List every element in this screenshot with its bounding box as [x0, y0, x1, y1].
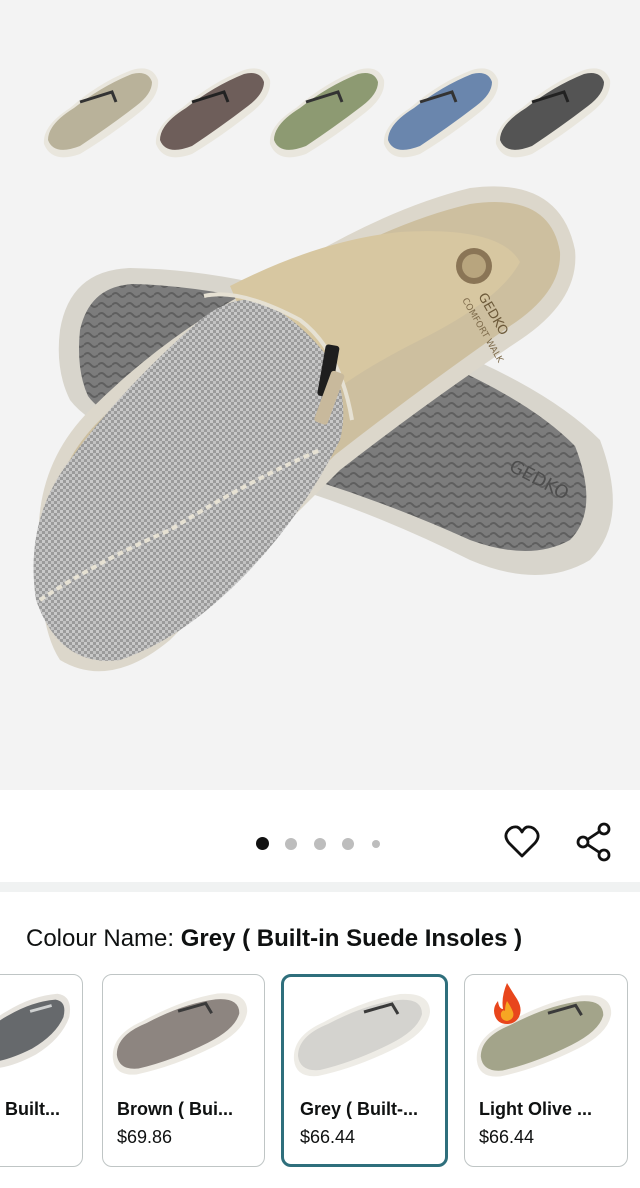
- pager-dot-3[interactable]: [314, 838, 326, 850]
- colour-option-name: Brown ( Bui...: [117, 1099, 233, 1119]
- fire-icon: [494, 983, 521, 1024]
- colour-option-price: $69.86: [117, 1127, 173, 1147]
- product-image-gallery[interactable]: GEDKO GEDKO COMFORT WALK: [0, 0, 640, 790]
- pager-dot-2[interactable]: [285, 838, 297, 850]
- slipper-blue-icon: [383, 68, 499, 158]
- colour-option-price: $66.44: [479, 1127, 535, 1147]
- colour-option-light-olive[interactable]: Light Olive ... $66.44: [464, 974, 628, 1167]
- section-divider: [0, 882, 640, 892]
- colour-option-dark-grey[interactable]: Built...: [0, 974, 83, 1167]
- colour-name-label: Colour Name:: [26, 925, 175, 952]
- slipper-charcoal-icon: [495, 68, 611, 158]
- share-button[interactable]: [574, 820, 614, 864]
- wishlist-button[interactable]: [502, 820, 542, 864]
- colour-option-thumbnail: [112, 993, 248, 1075]
- colour-option-thumbnail: [0, 993, 71, 1068]
- slipper-brown-icon: [155, 68, 271, 158]
- colour-option-name: Grey ( Built-...: [300, 1099, 419, 1119]
- colour-option-thumbnail: [293, 993, 430, 1077]
- colour-option-grey-selected[interactable]: Grey ( Built-... $66.44: [281, 974, 448, 1167]
- slipper-olive-icon: [269, 68, 385, 158]
- colour-option-name: Light Olive ...: [479, 1099, 593, 1119]
- pager-dot-5[interactable]: [372, 840, 380, 848]
- heart-icon: [504, 825, 540, 858]
- pager-dot-4[interactable]: [342, 838, 354, 850]
- colour-name-value: Grey ( Built-in Suede Insoles ): [180, 925, 523, 952]
- product-image: GEDKO GEDKO COMFORT WALK: [33, 68, 613, 672]
- colour-option-name: Built...: [5, 1099, 60, 1119]
- share-icon: [576, 822, 611, 862]
- gallery-controls: [0, 790, 640, 882]
- colour-option-price: $66.44: [300, 1127, 356, 1147]
- colour-name-row: Colour Name: Grey ( Built-in Suede Insol…: [26, 922, 522, 956]
- pager-dot-1[interactable]: [256, 837, 269, 850]
- colour-option-brown[interactable]: Brown ( Bui... $69.86: [102, 974, 265, 1167]
- slipper-khaki-icon: [43, 68, 159, 158]
